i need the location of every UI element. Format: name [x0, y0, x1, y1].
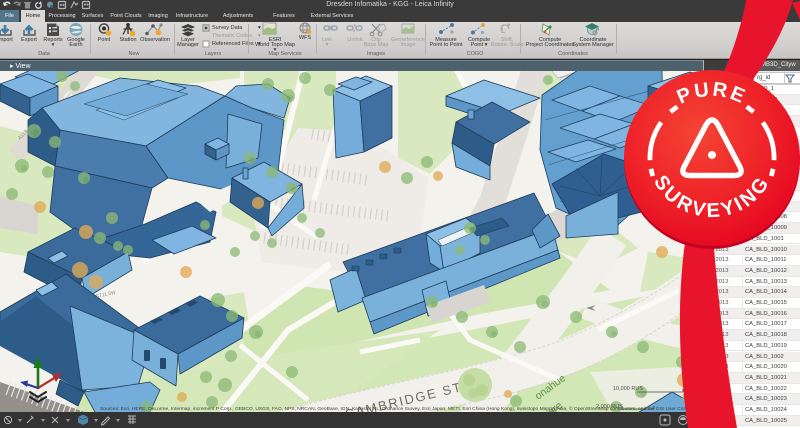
- svg-text:Sources: Esri, HERE, DeLorme,: Sources: Esri, HERE, DeLorme, Intermap, …: [100, 405, 702, 412]
- svg-text:10,000 RUS: 10,000 RUS: [613, 386, 643, 392]
